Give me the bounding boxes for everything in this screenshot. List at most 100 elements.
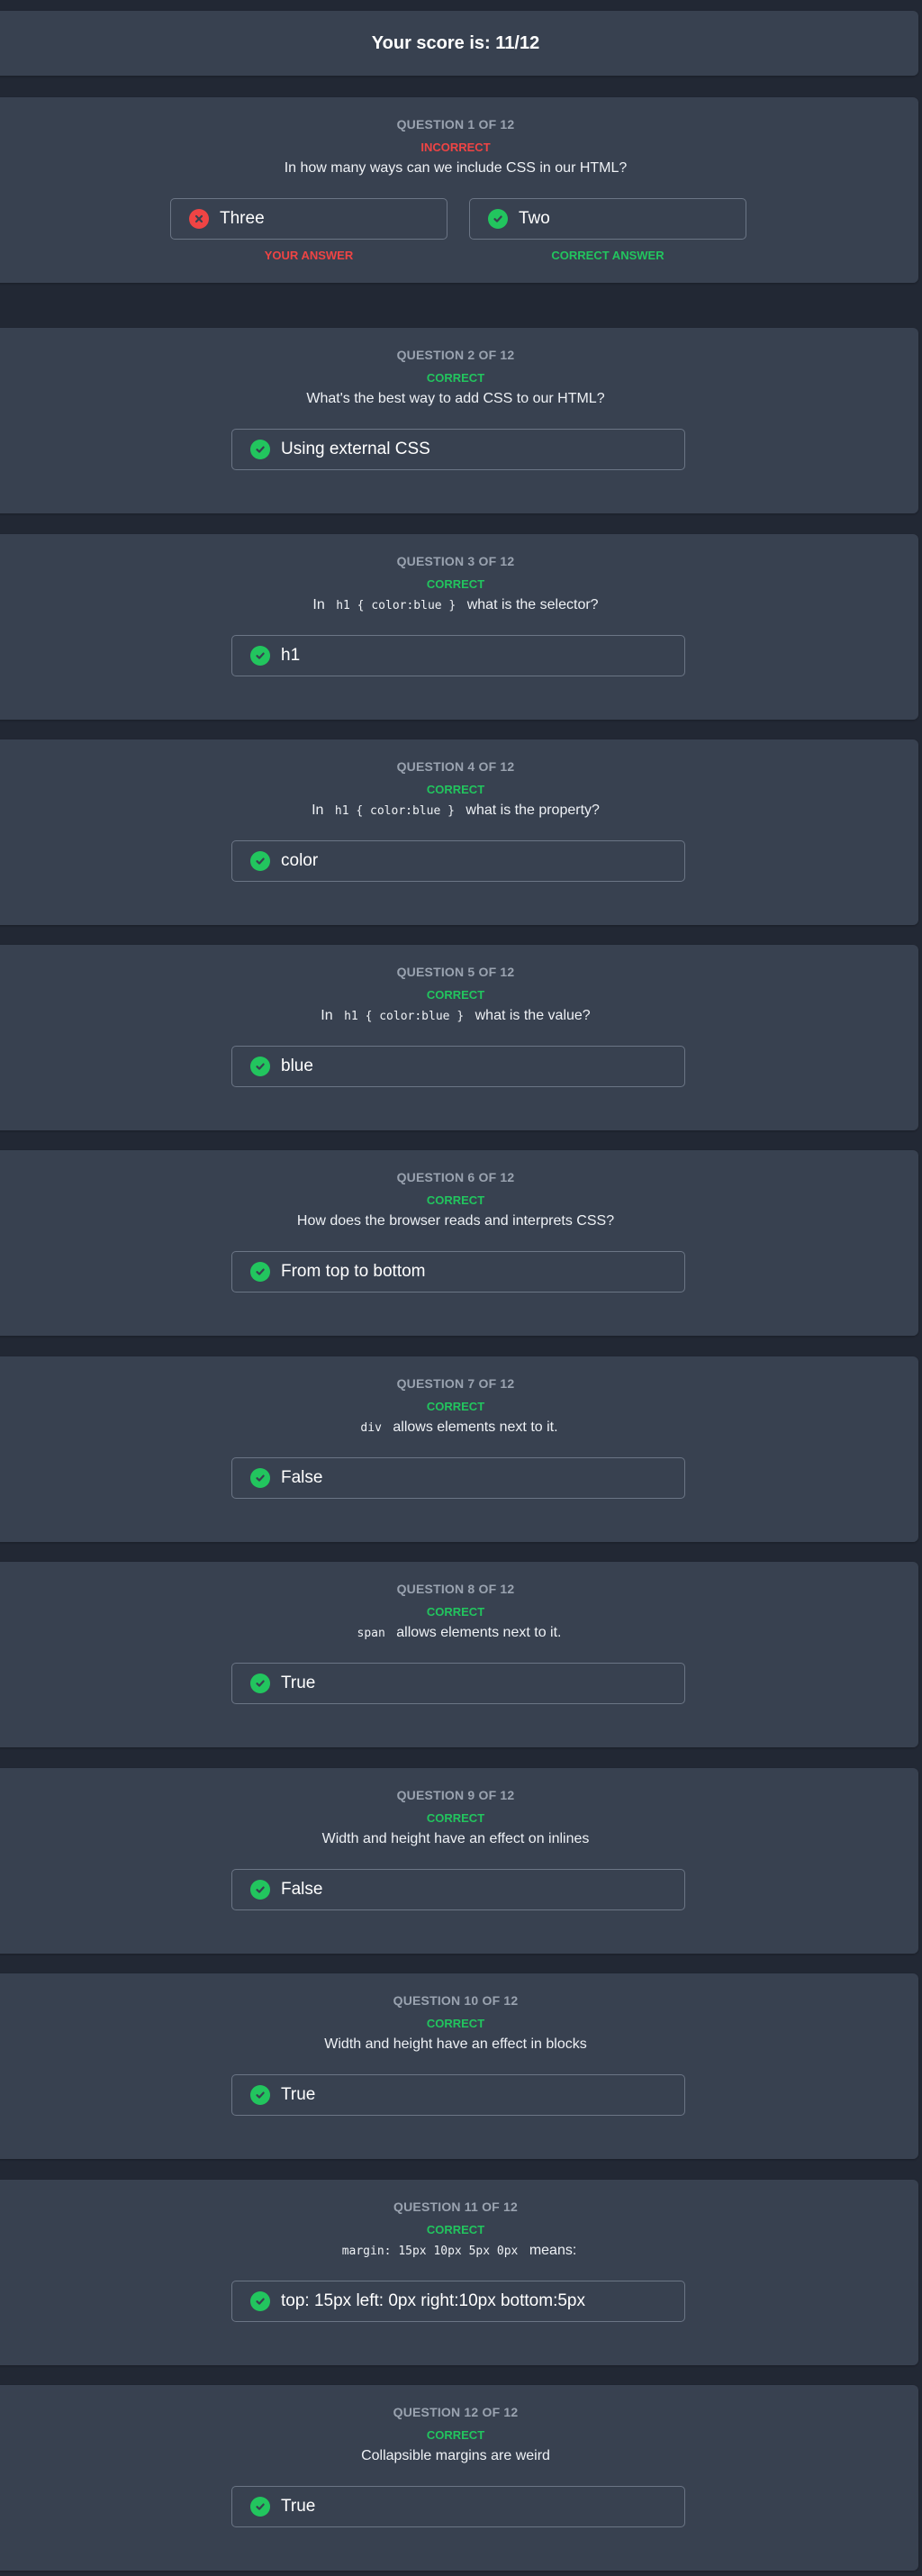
question-number: QUESTION 5 OF 12 xyxy=(396,965,515,979)
answer-label: blue xyxy=(281,1057,313,1075)
question-text: What's the best way to add CSS to our HT… xyxy=(306,391,605,406)
question-status: CORRECT xyxy=(426,371,485,385)
check-circle-icon xyxy=(250,2085,270,2105)
question-number: QUESTION 6 OF 12 xyxy=(396,1170,515,1184)
check-circle-icon xyxy=(250,1880,270,1900)
question-number: QUESTION 8 OF 12 xyxy=(396,1582,515,1596)
question-text: span allows elements next to it. xyxy=(0,1625,918,1641)
question-code: span xyxy=(357,1627,385,1640)
question-number: QUESTION 12 OF 12 xyxy=(393,2405,519,2419)
question-card-9: QUESTION 9 OF 12 CORRECT Width and heigh… xyxy=(0,1768,918,1954)
answer-option[interactable]: True xyxy=(231,1663,685,1704)
question-card-10: QUESTION 10 OF 12 CORRECT Width and heig… xyxy=(0,1973,918,2159)
question-code: div xyxy=(360,1421,382,1435)
question-code: margin: 15px 10px 5px 0px xyxy=(341,2245,519,2258)
question-code: h1 { color:blue } xyxy=(344,1010,465,1023)
question-status: CORRECT xyxy=(426,2428,485,2442)
your-answer-option[interactable]: Three xyxy=(170,198,447,240)
score-text: Your score is: 11/12 xyxy=(371,32,540,53)
question-code: h1 { color:blue } xyxy=(334,804,455,818)
answer-label: Two xyxy=(519,209,550,228)
question-card-6: QUESTION 6 OF 12 CORRECT How does the br… xyxy=(0,1150,918,1336)
question-text: In how many ways can we include CSS in o… xyxy=(284,160,628,176)
question-card-1: QUESTION 1 OF 12 INCORRECT In how many w… xyxy=(0,97,918,283)
question-status: CORRECT xyxy=(426,783,485,796)
question-text-after: allows elements next to it. xyxy=(393,1420,558,1435)
x-circle-icon xyxy=(189,209,209,229)
check-circle-icon xyxy=(250,2291,270,2311)
question-text-before: In xyxy=(312,803,324,818)
question-text: Collapsible margins are weird xyxy=(361,2448,550,2463)
check-circle-icon xyxy=(250,1673,270,1693)
question-status: CORRECT xyxy=(426,577,485,591)
question-card-5: QUESTION 5 OF 12 CORRECT In h1 { color:b… xyxy=(0,945,918,1130)
question-text-before: In xyxy=(312,597,325,612)
question-code: h1 { color:blue } xyxy=(336,599,456,612)
question-status: CORRECT xyxy=(426,1605,485,1619)
question-number: QUESTION 9 OF 12 xyxy=(396,1788,515,1802)
question-number: QUESTION 3 OF 12 xyxy=(396,554,515,568)
answer-label: True xyxy=(281,2497,316,2516)
your-answer-caption: YOUR ANSWER xyxy=(264,249,354,262)
answer-label: True xyxy=(281,2085,316,2104)
answer-option[interactable]: Using external CSS xyxy=(231,429,685,470)
answer-label: False xyxy=(281,1880,323,1899)
check-circle-icon xyxy=(250,1057,270,1076)
answer-label: Three xyxy=(220,209,265,228)
question-card-8: QUESTION 8 OF 12 CORRECT span allows ele… xyxy=(0,1562,918,1747)
question-text-after: allows elements next to it. xyxy=(396,1625,562,1640)
answer-label: color xyxy=(281,851,319,870)
correct-answer-caption: CORRECT ANSWER xyxy=(551,249,664,262)
question-status: CORRECT xyxy=(426,1400,485,1413)
question-status: CORRECT xyxy=(426,2223,485,2236)
question-number: QUESTION 10 OF 12 xyxy=(393,1993,519,2008)
question-card-11: QUESTION 11 OF 12 CORRECT margin: 15px 1… xyxy=(0,2180,918,2365)
question-text: In h1 { color:blue } what is the propert… xyxy=(0,803,918,819)
question-text-after: what is the property? xyxy=(466,803,600,818)
answer-option[interactable]: color xyxy=(231,840,685,882)
question-text-after: means: xyxy=(529,2243,577,2258)
question-card-2: QUESTION 2 OF 12 CORRECT What's the best… xyxy=(0,328,918,513)
question-card-4: QUESTION 4 OF 12 CORRECT In h1 { color:b… xyxy=(0,739,918,925)
question-text: Width and height have an effect in block… xyxy=(324,2036,587,2052)
question-status: CORRECT xyxy=(426,1811,485,1825)
question-number: QUESTION 7 OF 12 xyxy=(396,1376,515,1391)
check-circle-icon xyxy=(488,209,508,229)
question-text: In h1 { color:blue } what is the selecto… xyxy=(0,597,918,613)
question-number: QUESTION 11 OF 12 xyxy=(393,2200,518,2214)
answer-option[interactable]: False xyxy=(231,1869,685,1910)
check-circle-icon xyxy=(250,2497,270,2517)
check-circle-icon xyxy=(250,440,270,459)
question-text: Width and height have an effect on inlin… xyxy=(321,1831,590,1846)
question-number: QUESTION 2 OF 12 xyxy=(396,348,515,362)
answer-option[interactable]: top: 15px left: 0px right:10px bottom:5p… xyxy=(231,2281,685,2322)
question-number: QUESTION 1 OF 12 xyxy=(396,117,515,132)
check-circle-icon xyxy=(250,1262,270,1282)
question-number: QUESTION 4 OF 12 xyxy=(396,759,515,774)
question-card-12: QUESTION 12 OF 12 CORRECT Collapsible ma… xyxy=(0,2385,918,2571)
answer-option[interactable]: True xyxy=(231,2074,685,2116)
question-status: CORRECT xyxy=(426,1193,485,1207)
question-text: In h1 { color:blue } what is the value? xyxy=(0,1008,918,1024)
answer-label: Using external CSS xyxy=(281,440,430,458)
answer-option[interactable]: blue xyxy=(231,1046,685,1087)
question-text: margin: 15px 10px 5px 0px means: xyxy=(0,2243,918,2259)
question-status: INCORRECT xyxy=(420,141,491,154)
check-circle-icon xyxy=(250,851,270,871)
correct-answer-option[interactable]: Two xyxy=(469,198,746,240)
answer-label: From top to bottom xyxy=(281,1262,426,1281)
answer-label: top: 15px left: 0px right:10px bottom:5p… xyxy=(281,2291,585,2310)
answer-option[interactable]: From top to bottom xyxy=(231,1251,685,1293)
check-circle-icon xyxy=(250,646,270,666)
answer-option[interactable]: True xyxy=(231,2486,685,2527)
question-text-after: what is the value? xyxy=(475,1008,591,1023)
question-card-3: QUESTION 3 OF 12 CORRECT In h1 { color:b… xyxy=(0,534,918,720)
answer-option[interactable]: h1 xyxy=(231,635,685,676)
question-text: How does the browser reads and interpret… xyxy=(296,1213,615,1229)
question-card-7: QUESTION 7 OF 12 CORRECT div allows elem… xyxy=(0,1356,918,1542)
question-text-before: In xyxy=(321,1008,333,1023)
answer-label: True xyxy=(281,1673,316,1692)
answer-option[interactable]: False xyxy=(231,1457,685,1499)
question-status: CORRECT xyxy=(426,2017,485,2030)
answer-label: False xyxy=(281,1468,323,1487)
